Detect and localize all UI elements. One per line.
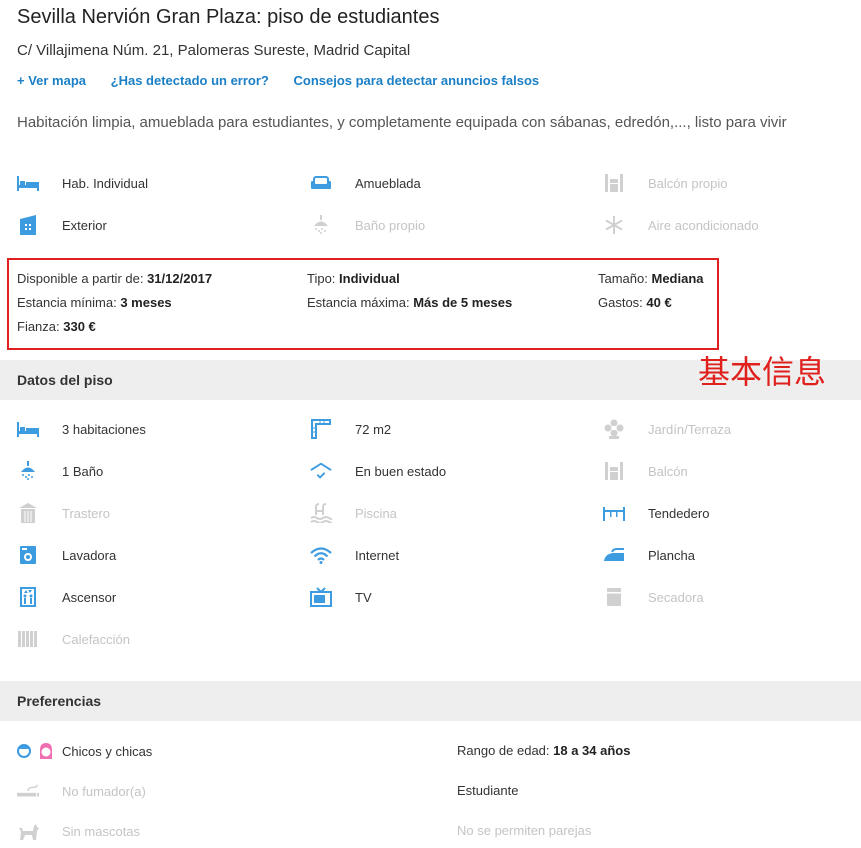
- info-gastos: Gastos: 40 €: [598, 295, 672, 310]
- feature-label: Aire acondicionado: [648, 217, 759, 233]
- pref-mascotas: Sin mascotas: [17, 820, 140, 842]
- feature-label: Piscina: [355, 505, 397, 521]
- dog-icon: [17, 820, 39, 842]
- feature-label: Ascensor: [62, 589, 117, 605]
- pool-icon: [310, 502, 332, 524]
- feature-label: Sin mascotas: [62, 823, 141, 839]
- balcony-icon: [603, 172, 625, 194]
- feature-label: Jardín/Terraza: [648, 421, 732, 437]
- radiator-icon: [17, 628, 39, 650]
- feature-label: En buen estado: [355, 463, 447, 479]
- feature-label: Balcón propio: [648, 175, 728, 191]
- feature-aire-acondicionado: Aire acondicionado: [603, 214, 759, 236]
- listing-address: C/ Villajimena Núm. 21, Palomeras Surest…: [17, 42, 411, 59]
- feature-label: Lavadora: [62, 547, 117, 563]
- feature-label: Chicos y chicas: [62, 743, 153, 759]
- datos-tv: TV: [310, 586, 372, 608]
- datos-tendedero: Tendedero: [603, 502, 709, 524]
- feature-balcon-propio: Balcón propio: [603, 172, 728, 194]
- feature-label: Trastero: [62, 505, 110, 521]
- feature-label: Amueblada: [355, 175, 421, 191]
- feature-label: TV: [355, 589, 372, 605]
- pref-genero: Chicos y chicas: [17, 740, 152, 762]
- report-error-link[interactable]: ¿Has detectado un error?: [111, 73, 269, 88]
- datos-jardin: Jardín/Terraza: [603, 418, 731, 440]
- datos-balcon: Balcón: [603, 460, 688, 482]
- feature-bano-propio: Baño propio: [310, 214, 425, 236]
- view-map-link[interactable]: + Ver mapa: [17, 73, 86, 88]
- datos-estado: En buen estado: [310, 460, 446, 482]
- section-title: Datos del piso: [17, 372, 113, 388]
- section-title: Preferencias: [17, 693, 102, 709]
- bed-icon: [17, 418, 39, 440]
- storage-icon: [17, 502, 39, 524]
- feature-label: Baño propio: [355, 217, 426, 233]
- datos-trastero: Trastero: [17, 502, 110, 524]
- dryer-icon: [603, 586, 625, 608]
- feature-label: 72 m2: [355, 421, 392, 437]
- info-disponible: Disponible a partir de: 31/12/2017: [17, 271, 213, 286]
- feature-exterior: Exterior: [17, 214, 107, 236]
- listing-description: Habitación limpia, amueblada para estudi…: [17, 114, 787, 131]
- feature-label: Plancha: [648, 547, 695, 563]
- listing-links: + Ver mapa ¿Has detectado un error? Cons…: [17, 73, 560, 88]
- roof-check-icon: [310, 460, 332, 482]
- washer-icon: [17, 544, 39, 566]
- feature-amueblada: Amueblada: [310, 172, 421, 194]
- datos-plancha: Plancha: [603, 544, 695, 566]
- info-estancia-maxima: Estancia máxima: Más de 5 meses: [307, 295, 513, 310]
- datos-internet: Internet: [310, 544, 399, 566]
- snowflake-icon: [603, 214, 625, 236]
- basic-info-annotation: 基本信息: [698, 353, 827, 391]
- pref-rango-edad: Rango de edad: 18 a 34 años: [457, 743, 631, 758]
- ruler-icon: [310, 418, 332, 440]
- elevator-icon: [17, 586, 39, 608]
- info-fianza: Fianza: 330 €: [17, 319, 96, 334]
- fraud-tips-link[interactable]: Consejos para detectar anuncios falsos: [293, 73, 539, 88]
- listing-title: Sevilla Nervión Gran Plaza: piso de estu…: [17, 6, 440, 28]
- iron-icon: [603, 544, 625, 566]
- wifi-icon: [310, 544, 332, 566]
- cigarette-icon: [17, 780, 39, 802]
- info-tamano: Tamaño: Mediana: [598, 271, 704, 286]
- datos-secadora: Secadora: [603, 586, 704, 608]
- datos-calefaccion: Calefacción: [17, 628, 130, 650]
- info-tipo: Tipo: Individual: [307, 271, 400, 286]
- sofa-icon: [310, 172, 332, 194]
- section-preferencias: Preferencias: [0, 681, 861, 721]
- bed-icon: [17, 172, 39, 194]
- datos-bano: 1 Baño: [17, 460, 103, 482]
- shower-icon: [310, 214, 332, 236]
- datos-lavadora: Lavadora: [17, 544, 116, 566]
- feature-label: 1 Baño: [62, 463, 104, 479]
- feature-label: 3 habitaciones: [62, 421, 146, 437]
- datos-superficie: 72 m2: [310, 418, 391, 440]
- building-icon: [17, 214, 39, 236]
- feature-label: Secadora: [648, 589, 704, 605]
- feature-label: Balcón: [648, 463, 688, 479]
- pref-ocupacion: Estudiante: [457, 783, 519, 798]
- balcony-icon: [603, 460, 625, 482]
- pref-fumador: No fumador(a): [17, 780, 146, 802]
- flower-icon: [603, 418, 625, 440]
- datos-piscina: Piscina: [310, 502, 397, 524]
- feature-label: Tendedero: [648, 505, 710, 521]
- pref-parejas: No se permiten parejas: [457, 823, 592, 838]
- datos-ascensor: Ascensor: [17, 586, 116, 608]
- clothesline-icon: [603, 502, 625, 524]
- tv-icon: [310, 586, 332, 608]
- feature-hab-individual: Hab. Individual: [17, 172, 148, 194]
- boy-girl-icon: [17, 740, 53, 762]
- feature-label: No fumador(a): [62, 783, 146, 799]
- shower-icon: [17, 460, 39, 482]
- feature-label: Hab. Individual: [62, 175, 148, 191]
- feature-label: Internet: [355, 547, 400, 563]
- datos-habitaciones: 3 habitaciones: [17, 418, 146, 440]
- info-estancia-minima: Estancia mínima: 3 meses: [17, 295, 172, 310]
- feature-label: Calefacción: [62, 631, 130, 647]
- feature-label: Exterior: [62, 217, 107, 233]
